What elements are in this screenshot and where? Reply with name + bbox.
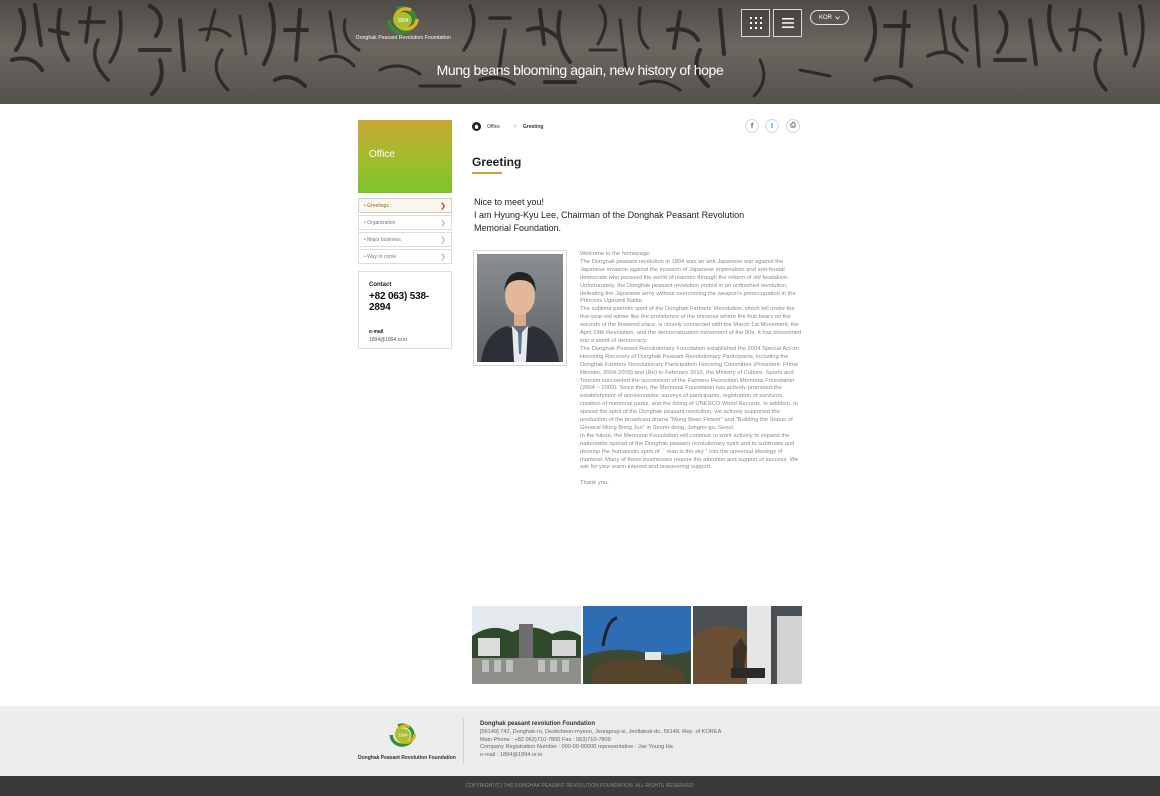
chevron-down-icon <box>835 15 840 20</box>
twitter-share-button[interactable]: t <box>765 119 779 133</box>
logo-name: Donghak Peasant Revolution Foundation <box>356 35 451 41</box>
footer-email: e-mail : 1894@1894.or.kr <box>480 752 543 759</box>
footer-logo[interactable]: 1894 Donghak Peasant Revolution Foundati… <box>358 721 456 761</box>
breadcrumb-separator: > <box>513 123 517 130</box>
sidebar-item-label: • Greetings <box>364 202 389 209</box>
title-underline <box>472 172 502 174</box>
site-logo[interactable]: 1894 Donghak Peasant Revolution Foundati… <box>356 5 451 45</box>
greeting-message: Welcome to the homepage. The Donghak pea… <box>580 251 802 488</box>
footer-org-name: Donghak peasant revolution Foundation <box>480 721 596 727</box>
chevron-right-icon: ❯ <box>440 236 446 244</box>
memorial-photo <box>693 606 803 684</box>
greeting-line: I am Hyung-Kyu Lee, Chairman of the Dong… <box>474 210 745 220</box>
sidebar-item-label: • Way to come <box>364 253 397 260</box>
memorial-photo <box>472 606 581 684</box>
footer-info: Donghak peasant revolution Foundation [5… <box>480 721 721 760</box>
print-icon: ⎙ <box>790 122 796 129</box>
footer-divider <box>463 718 464 764</box>
message-paragraph: The sublime patriotic spirit of the Dong… <box>580 306 802 344</box>
message-paragraph: In the future, the Memorial Foundation w… <box>580 432 799 471</box>
calligraphy-background <box>10 2 1145 98</box>
site-footer: 1894 Donghak Peasant Revolution Foundati… <box>0 706 1160 776</box>
logo-emblem-icon: 1894 <box>389 723 417 747</box>
copyright-text: COPYRIGHT(C) THE DONGHAK PEASANT REVOLUT… <box>465 783 695 789</box>
contact-box: Contact +82 063) 538-2894 e-mail 1894@18… <box>358 271 452 349</box>
memorial-photo <box>582 606 692 684</box>
twitter-icon: t <box>770 122 774 130</box>
sidebar-item-label: • Major business <box>364 236 401 243</box>
breadcrumb-current: Greeting <box>522 123 544 130</box>
menu-button[interactable] <box>773 9 802 37</box>
logo-emblem-icon: 1894 <box>386 6 419 35</box>
sidebar-menu: • Greetings ❯ • Organization ❯ • Major b… <box>358 198 452 266</box>
logo-year: 1894 <box>397 18 408 24</box>
footer-registration: Company Registration Number : 000-00-000… <box>480 744 673 751</box>
site-header: 1894 Donghak Peasant Revolution Foundati… <box>0 0 1160 104</box>
page-title: Greeting <box>472 155 522 169</box>
footer-address: [56149] 742, Donghak-ro, Deokcheon-myeon… <box>480 728 722 735</box>
sidebar-item-label: • Organization <box>364 219 396 226</box>
sidebar-banner-title: Office <box>369 149 395 160</box>
footer-logo-name: Donghak Peasant Revolution Foundation <box>358 755 456 761</box>
sidebar-item-organization[interactable]: • Organization ❯ <box>358 215 452 230</box>
language-select[interactable]: KOR <box>810 10 849 25</box>
facebook-icon: f <box>750 122 754 130</box>
portrait-image <box>477 254 563 362</box>
contact-phone: +82 063) 538-2894 <box>369 291 429 313</box>
message-paragraph: The Donghak peasant revolution in 1894 w… <box>580 258 796 305</box>
contact-label: Contact <box>369 282 392 288</box>
home-icon[interactable] <box>472 122 481 131</box>
hamburger-icon <box>781 18 794 28</box>
chevron-right-icon: ❯ <box>440 253 446 261</box>
sidebar-item-greetings[interactable]: • Greetings ❯ <box>358 198 452 213</box>
message-paragraph: Welcome to the homepage. <box>580 251 651 257</box>
sidebar-banner: Office <box>358 120 452 193</box>
contact-email: 1894@1894.or.kr <box>369 337 408 343</box>
greeting-line: Nice to meet you! <box>474 197 545 207</box>
greeting-heading: Nice to meet you! I am Hyung-Kyu Lee, Ch… <box>474 196 744 235</box>
photo-gallery <box>472 606 803 684</box>
greeting-line: Memorial Foundation. <box>474 223 562 233</box>
sidebar-item-major-business[interactable]: • Major business ❯ <box>358 232 452 247</box>
breadcrumb: Office > Greeting <box>472 122 543 131</box>
chevron-right-icon: ❯ <box>440 219 446 227</box>
chairman-portrait <box>473 250 567 366</box>
sitemap-button[interactable] <box>741 9 770 37</box>
footer-phone: Main Phone : +82 063)710-7800 Fax : 063)… <box>480 736 611 743</box>
message-paragraph: The Donghak Peasant Revolutionary Founda… <box>580 345 799 431</box>
facebook-share-button[interactable]: f <box>745 119 759 133</box>
email-label: e-mail <box>369 329 384 335</box>
grid-icon <box>749 17 762 29</box>
language-label: KOR <box>818 14 832 21</box>
breadcrumb-section[interactable]: Office <box>487 124 500 130</box>
message-closing: Thank you. <box>580 480 609 487</box>
hero-slogan: Mung beans blooming again, new history o… <box>436 62 724 78</box>
sidebar-item-way-to-come[interactable]: • Way to come ❯ <box>358 249 452 264</box>
chevron-right-icon: ❯ <box>440 202 446 210</box>
footer-logo-year: 1894 <box>398 733 408 738</box>
copyright-bar: COPYRIGHT(C) THE DONGHAK PEASANT REVOLUT… <box>0 776 1160 796</box>
print-button[interactable]: ⎙ <box>786 119 800 133</box>
